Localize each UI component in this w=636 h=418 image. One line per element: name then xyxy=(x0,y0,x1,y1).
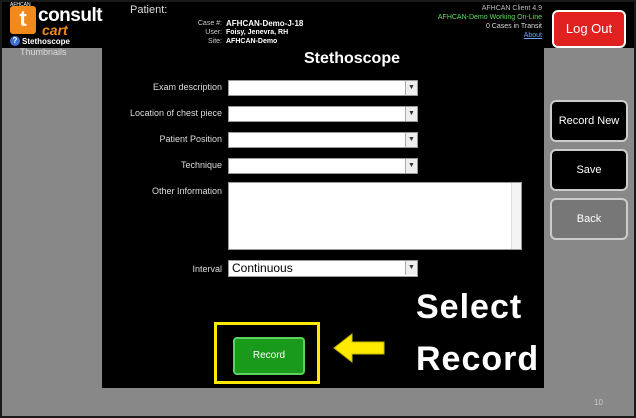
exam-description-label: Exam description xyxy=(152,82,222,92)
chevron-down-icon: ▼ xyxy=(405,159,417,173)
chevron-down-icon: ▼ xyxy=(405,261,417,275)
interval-value: Continuous xyxy=(232,261,293,275)
about-link[interactable]: About xyxy=(438,31,542,40)
app-logo-icon: t xyxy=(10,6,36,34)
other-information-label: Other Information xyxy=(151,186,222,196)
user-value: Foisy, Jenevra, RH xyxy=(226,29,289,36)
exam-description-select[interactable]: ▼ xyxy=(228,80,418,96)
technique-label: Technique xyxy=(180,160,222,170)
record-new-button[interactable]: Record New xyxy=(550,100,628,142)
interval-label: Interval xyxy=(192,264,222,274)
chevron-down-icon: ▼ xyxy=(405,133,417,147)
textarea-scrollbar[interactable] xyxy=(511,183,521,249)
module-link-label: Stethoscope xyxy=(22,36,71,46)
screen-frame: AFHCAN t consult cart ? Stethoscope Pati… xyxy=(2,2,634,416)
thumbnails-label: Thumbnails xyxy=(20,47,67,57)
instruction-text-line2: Record xyxy=(416,340,540,378)
log-out-button[interactable]: Log Out xyxy=(552,10,626,48)
instruction-text-line1: Select xyxy=(416,288,523,326)
left-arrow-icon xyxy=(333,332,385,364)
patient-label: Patient: xyxy=(130,4,168,16)
client-version: AFHCAN Client 4.9 xyxy=(481,5,542,12)
save-button[interactable]: Save xyxy=(550,149,628,191)
page-title: Stethoscope xyxy=(303,50,400,67)
patient-position-select[interactable]: ▼ xyxy=(228,132,418,148)
user-key: User: xyxy=(205,29,222,36)
record-highlight-box: Record xyxy=(214,322,320,384)
site-key: Site: xyxy=(207,38,222,45)
location-select[interactable]: ▼ xyxy=(228,106,418,122)
transit-count: 0 Cases in Transit xyxy=(485,23,542,30)
slide-number: 10 xyxy=(594,398,603,407)
location-label: Location of chest piece xyxy=(129,108,222,118)
header-bar: AFHCAN t consult cart ? Stethoscope Pati… xyxy=(2,2,634,48)
other-information-textarea[interactable] xyxy=(228,182,522,250)
chevron-down-icon: ▼ xyxy=(405,81,417,95)
patient-position-label: Patient Position xyxy=(159,134,222,144)
record-button[interactable]: Record xyxy=(233,337,305,375)
technique-select[interactable]: ▼ xyxy=(228,158,418,174)
case-key: Case #: xyxy=(197,20,222,27)
back-button[interactable]: Back xyxy=(550,198,628,240)
site-value: AFHCAN-Demo xyxy=(226,38,278,45)
case-value: AFHCAN-Demo-J-18 xyxy=(226,19,304,28)
interval-select[interactable]: Continuous ▼ xyxy=(228,260,418,277)
connection-status: AFHCAN-Demo Working On-Line xyxy=(437,14,542,21)
help-icon[interactable]: ? xyxy=(10,36,20,46)
chevron-down-icon: ▼ xyxy=(405,107,417,121)
module-link-stethoscope[interactable]: ? Stethoscope xyxy=(10,36,70,46)
stethoscope-form: Stethoscope Exam description ▼ Location … xyxy=(102,46,544,388)
client-info: AFHCAN Client 4.9 AFHCAN-Demo Working On… xyxy=(438,4,542,40)
